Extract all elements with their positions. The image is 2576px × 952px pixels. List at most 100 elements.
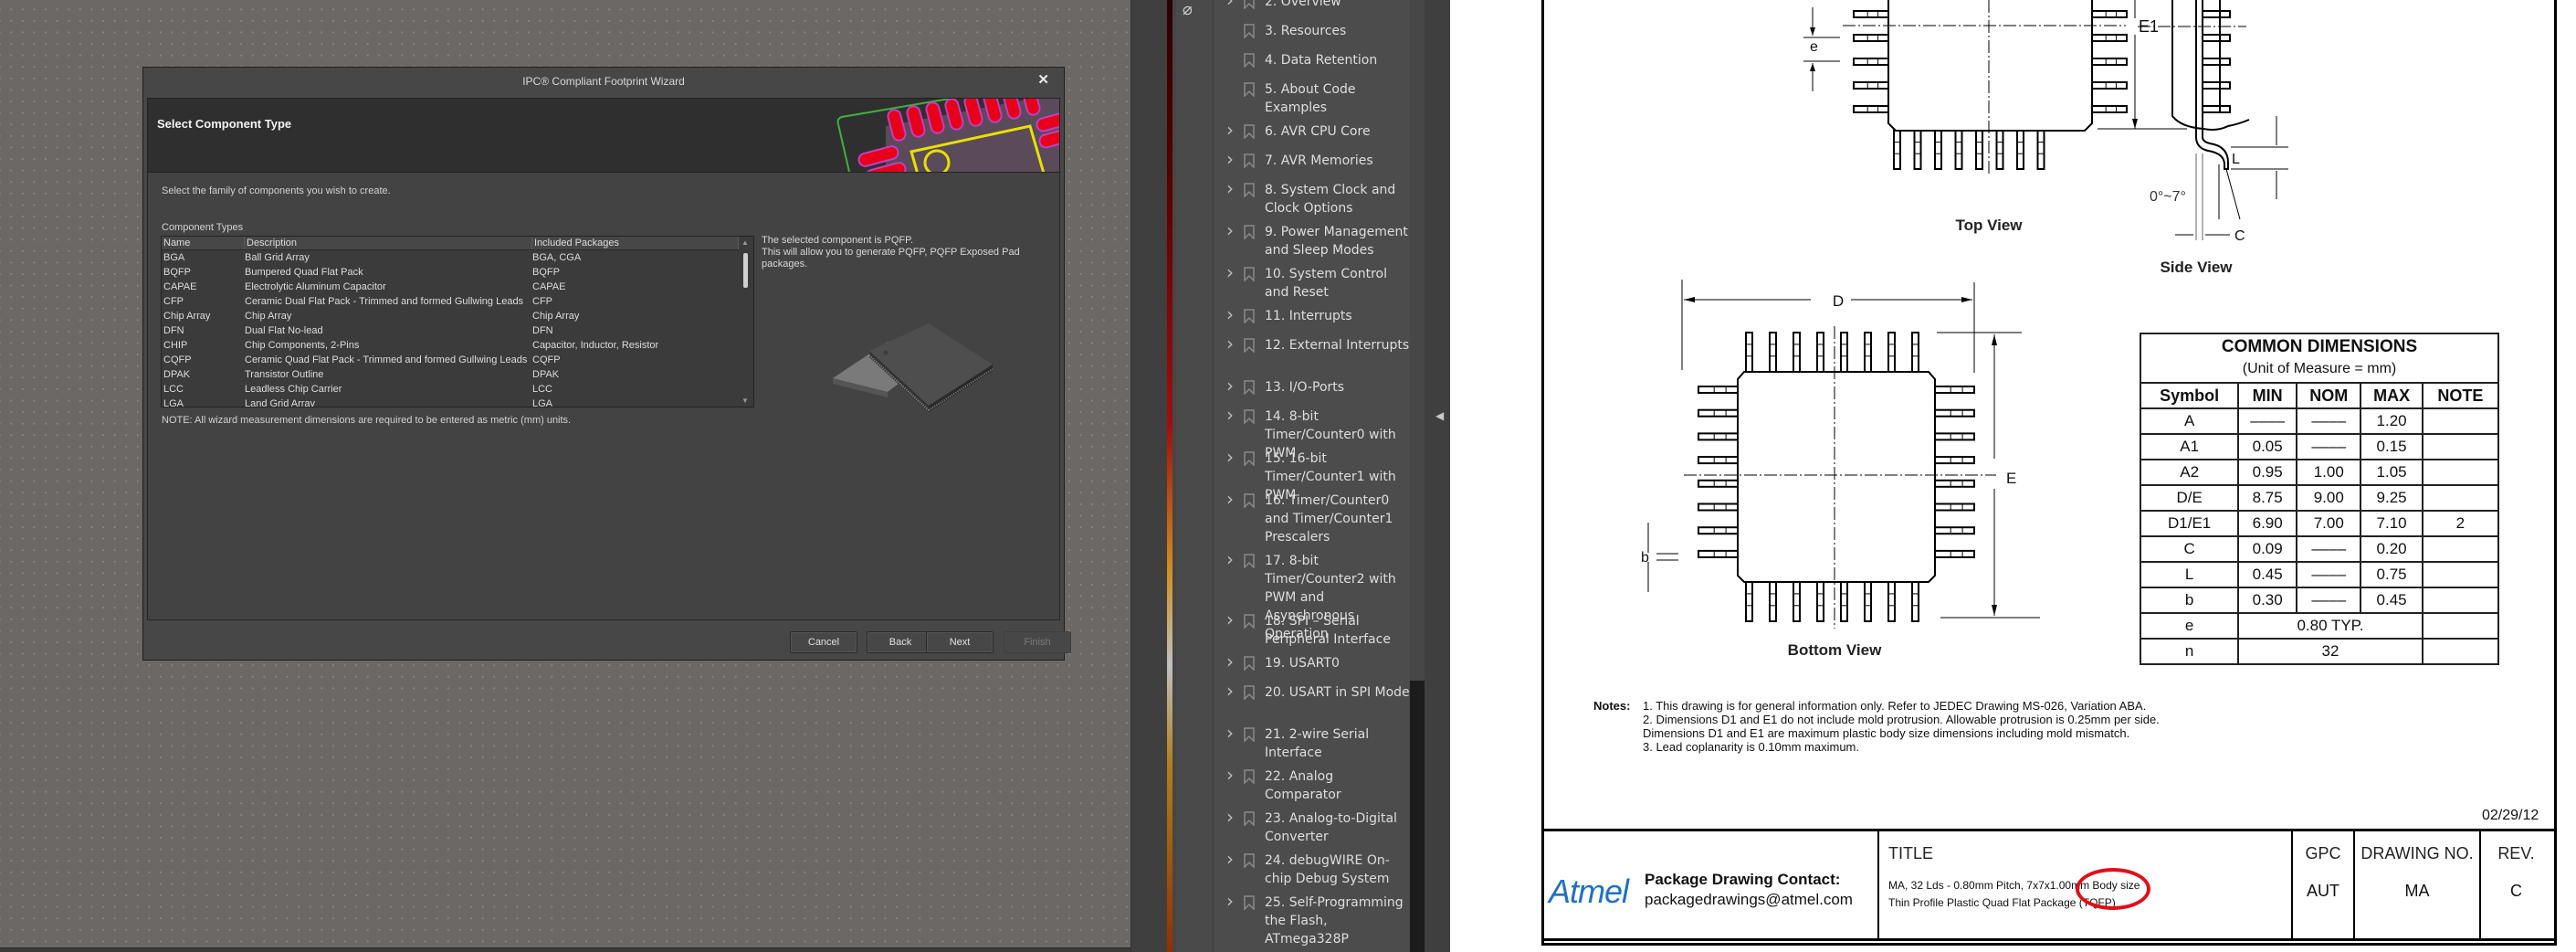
dimension-row: L 0.45 –––– 0.75 (2139, 561, 2500, 588)
component-type-row[interactable]: CHIP Chip Components, 2-Pins Capacitor, In… (162, 338, 739, 353)
cell-desc: Electrolytic Aluminum Capacitor (245, 281, 386, 292)
component-type-row[interactable]: CQFP Ceramic Quad Flat Pack - Trimmed and… (162, 353, 739, 367)
expand-chevron-icon[interactable]: › (1226, 610, 1234, 629)
units-note: NOTE: All wizard measurement dimensions … (162, 415, 572, 426)
expand-chevron-icon[interactable]: › (1226, 221, 1234, 239)
column-header: MIN (2237, 382, 2298, 409)
table-scrollbar[interactable]: ▲ ▼ (739, 237, 753, 407)
expand-chevron-icon[interactable]: › (1226, 305, 1234, 323)
bookmark-icon (1244, 853, 1255, 868)
component-type-row[interactable]: DFN Dual Flat No-lead DFN (162, 323, 739, 338)
lead (1853, 81, 1889, 90)
cell-name: BGA (163, 252, 185, 263)
bookmark-label: 6. AVR CPU Core (1265, 124, 1371, 139)
expand-chevron-icon[interactable]: › (1226, 150, 1234, 168)
column-header: NOM (2296, 382, 2362, 409)
scroll-up-icon[interactable]: ▲ (741, 238, 749, 247)
bookmark-icon (1244, 380, 1255, 395)
next-button[interactable]: Next (926, 631, 994, 653)
expand-chevron-icon[interactable]: › (1226, 179, 1234, 197)
navigation-tool-rail (1176, 0, 1213, 952)
cell-pkgs: BGA, CGA (532, 252, 582, 263)
bookmark-icon (1244, 225, 1255, 239)
component-type-row[interactable]: BGA Ball Grid Array BGA, CGA (162, 250, 739, 265)
expand-chevron-icon[interactable]: › (1226, 490, 1234, 508)
scrollbar-thumb[interactable] (1410, 0, 1425, 681)
expand-chevron-icon[interactable]: › (1226, 121, 1234, 139)
bookmarks-scrollbar[interactable] (1410, 0, 1425, 952)
dimension-cell: D/E (2139, 484, 2240, 512)
contact-cell: Atmel Package Drawing Contact: packagedr… (1541, 831, 1879, 938)
step-title: Select Component Type (157, 117, 292, 131)
dimension-cell: 1.20 (2360, 407, 2424, 435)
dimension-cell (2421, 407, 2500, 435)
column-header-name[interactable]: Name (162, 237, 245, 249)
window-divider (1130, 0, 1167, 952)
dimension-cell: 1.00 (2296, 459, 2362, 486)
collapse-panel-arrow-icon[interactable]: ◀ (1435, 409, 1444, 422)
bookmark-label: 10. System Control and Reset (1265, 267, 1387, 300)
attachment-paperclip-icon[interactable]: ⌀ (1183, 0, 1193, 19)
finish-button: Finish (1004, 631, 1071, 653)
dimension-cell (2421, 535, 2500, 563)
dialog-title: IPC® Compliant Footprint Wizard (522, 75, 685, 88)
dimension-cell: –––– (2296, 535, 2362, 563)
expand-chevron-icon[interactable]: › (1226, 682, 1234, 700)
cell-pkgs: LCC (532, 384, 553, 395)
cancel-button[interactable]: Cancel (790, 631, 857, 653)
rev-label: REV. (2497, 844, 2535, 862)
table-header: Name Description Included Packages (162, 237, 739, 250)
expand-chevron-icon[interactable]: › (1226, 766, 1234, 784)
component-type-row[interactable]: CFP Ceramic Dual Flat Pack - Trimmed and … (162, 294, 739, 309)
expand-chevron-icon[interactable]: › (1226, 263, 1234, 281)
column-header-included-packages[interactable]: Included Packages (532, 237, 739, 249)
cell-pkgs: CFP (532, 296, 552, 307)
lead (1934, 502, 1975, 512)
component-type-row[interactable]: LCC Leadless Chip Carrier LCC (162, 382, 739, 397)
lead (1864, 581, 1872, 622)
expand-chevron-icon[interactable]: › (1226, 808, 1234, 826)
bookmark-label: 8. System Clock and Clock Options (1265, 183, 1396, 216)
lead (1840, 332, 1848, 373)
cell-pkgs: CQFP (532, 354, 561, 365)
scrollbar-thumb[interactable] (743, 253, 748, 288)
cell-name: CHIP (163, 340, 188, 351)
component-type-row[interactable]: Chip Array Chip Array Chip Array (162, 309, 739, 323)
close-icon[interactable]: ✕ (1037, 71, 1049, 88)
expand-chevron-icon[interactable]: › (1226, 406, 1234, 424)
expand-chevron-icon[interactable]: › (1226, 0, 1234, 9)
expand-chevron-icon[interactable]: › (1226, 448, 1234, 466)
note-item: 2. Dimensions D1 and E1 do not include m… (1643, 713, 2160, 726)
component-type-row[interactable]: DPAK Transistor Outline DPAK (162, 367, 739, 382)
expand-chevron-icon[interactable]: › (1226, 892, 1234, 910)
bookmark-icon (1244, 769, 1255, 784)
note-item: 1. This drawing is for general informati… (1643, 699, 2147, 713)
lead (1934, 549, 1975, 558)
dimension-row: e 0.80 TYP. (2139, 612, 2500, 640)
expand-chevron-icon[interactable]: › (1226, 334, 1234, 353)
dim-label-E: E (2006, 470, 2016, 487)
tqfp-annotation-circle (2076, 868, 2150, 910)
expand-chevron-icon[interactable]: › (1226, 724, 1234, 742)
expand-chevron-icon[interactable]: › (1226, 376, 1234, 395)
expand-chevron-icon[interactable]: › (1226, 550, 1234, 568)
scroll-down-icon[interactable]: ▼ (741, 397, 749, 405)
column-header-description[interactable]: Description (245, 237, 532, 249)
component-type-row[interactable]: BQFP Bumpered Quad Flat Pack BQFP (162, 265, 739, 280)
packages-info-text: This will allow you to generate PQFP, PQ… (762, 247, 1020, 270)
bookmark-icon (1244, 82, 1255, 97)
dimension-cell: 0.30 (2237, 587, 2298, 614)
back-button[interactable]: Back (867, 631, 934, 653)
lead (1975, 130, 1983, 170)
bookmark-label: 23. Analog-to-Digital Converter (1265, 811, 1397, 844)
expand-chevron-icon[interactable]: › (1226, 850, 1234, 868)
app-accent-strip (1167, 0, 1172, 952)
dimension-cell (2421, 612, 2500, 640)
dimension-cell: 32 (2237, 638, 2424, 665)
dimension-cell: 0.80 TYP. (2237, 612, 2424, 640)
rev-value: C (2510, 882, 2522, 900)
component-type-row[interactable]: LGA Land Grid Array LGA (162, 397, 739, 407)
bookmark-icon (1244, 727, 1255, 742)
component-type-row[interactable]: CAPAE Electrolytic Aluminum Capacitor CAPA… (162, 280, 739, 294)
expand-chevron-icon[interactable]: › (1226, 652, 1234, 671)
